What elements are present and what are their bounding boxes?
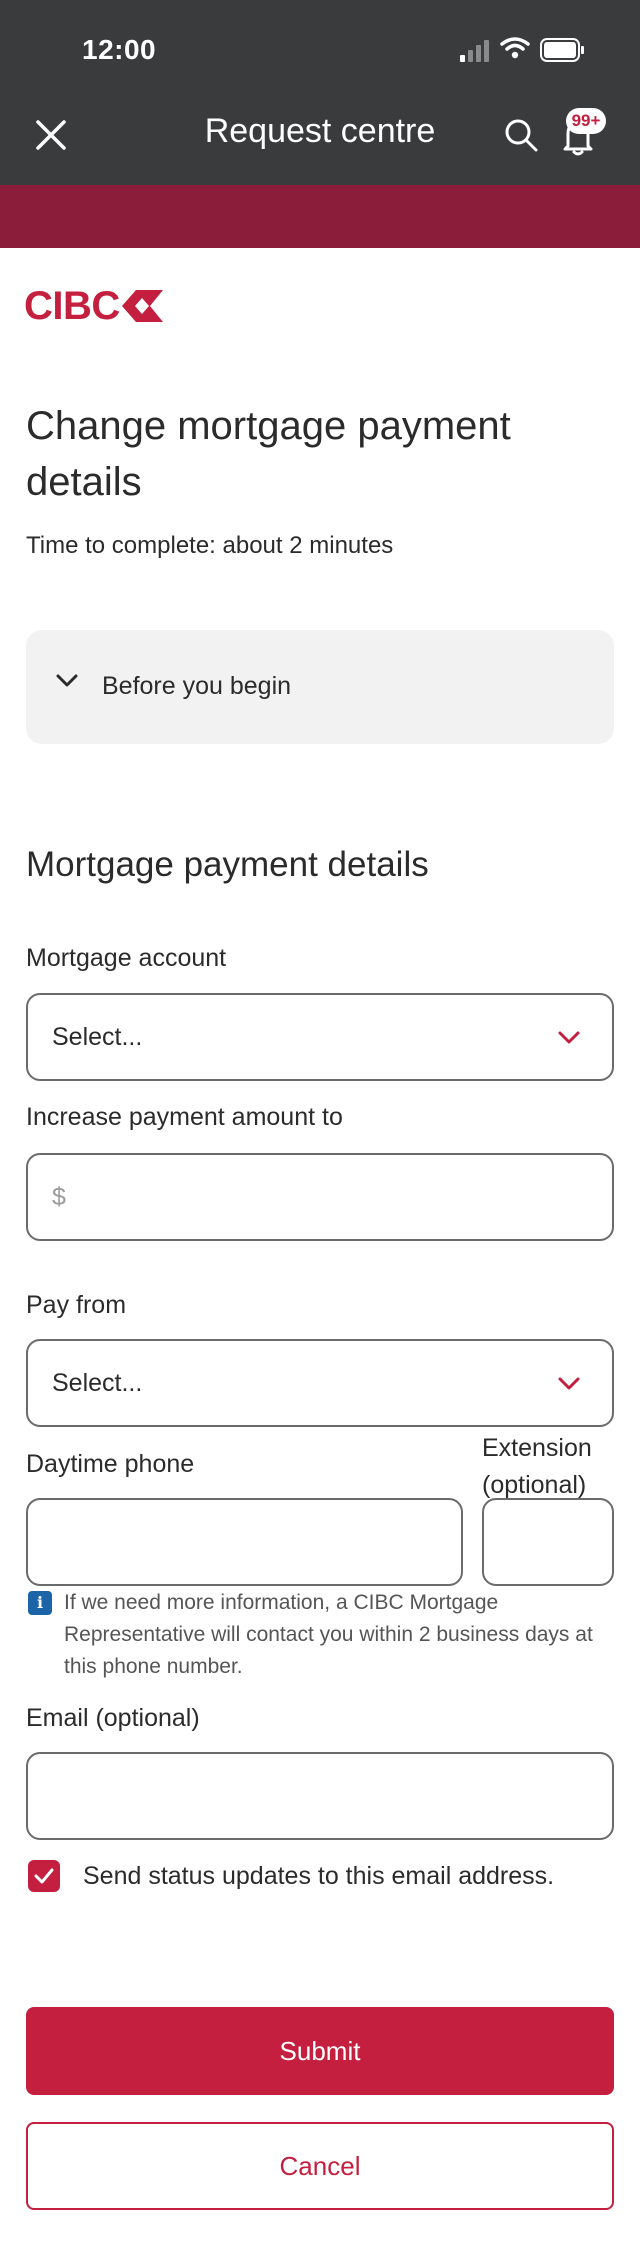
checkmark-icon [34,1868,54,1884]
section-title: Mortgage payment details [26,845,429,884]
page-title: Change mortgage payment details [26,404,511,504]
screen-title: Request centre [204,112,436,150]
submit-button[interactable]: Submit [26,2007,614,2095]
cibc-logo: CIBC [24,286,164,326]
pay-from-value: Select... [52,1369,143,1397]
wifi-icon [500,37,530,59]
pay-from-select[interactable]: Select... [26,1339,614,1427]
mortgage-account-label: Mortgage account [26,944,227,972]
search-icon[interactable] [500,114,542,156]
info-icon: i [28,1591,52,1615]
chevron-down-icon [558,1377,580,1390]
currency-placeholder: $ [52,1183,66,1211]
chevron-down-icon [558,1031,580,1044]
notification-badge: 99+ [566,108,606,134]
battery-icon [540,38,584,62]
mortgage-account-select[interactable]: Select... [26,993,614,1081]
cibc-diamond-icon [121,290,163,322]
pay-from-label: Pay from [26,1291,127,1319]
cancel-button[interactable]: Cancel [26,2122,614,2210]
logo-text: CIBC [24,284,120,328]
increase-payment-input[interactable]: $ [26,1153,614,1241]
time-to-complete: Time to complete: about 2 minutes [26,532,394,559]
status-updates-checkbox[interactable] [28,1860,60,1892]
email-label: Email (optional) [26,1704,200,1732]
increase-payment-label: Increase payment amount to [26,1103,343,1131]
extension-input[interactable] [482,1498,614,1586]
before-you-begin-accordion[interactable]: Before you begin [26,630,614,744]
cellular-signal-icon [460,40,489,62]
status-bar-time: 12:00 [82,34,157,65]
top-app-bar [0,0,640,185]
phone-info-text: If we need more information, a CIBC Mort… [64,1591,593,1678]
mortgage-account-value: Select... [52,1023,143,1051]
extension-label: Extension (optional) [482,1434,592,1499]
daytime-phone-label: Daytime phone [26,1450,195,1478]
before-you-begin-label: Before you begin [102,672,292,700]
chevron-down-icon [56,674,78,687]
status-updates-label: Send status updates to this email addres… [83,1862,555,1890]
brand-strip [0,185,640,248]
email-input[interactable] [26,1752,614,1840]
daytime-phone-input[interactable] [26,1498,463,1586]
